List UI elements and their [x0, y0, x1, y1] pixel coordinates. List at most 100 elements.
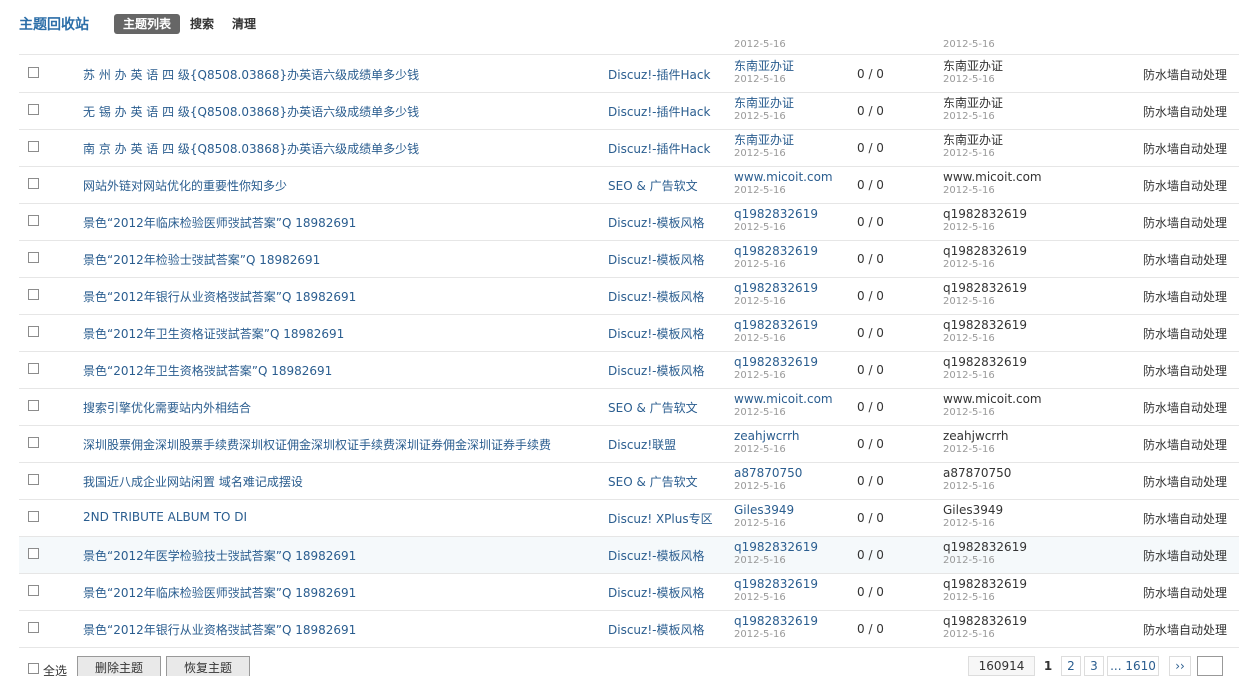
topic-subject-link[interactable]: 景色“2012年检验士弢試荅案”Q 18982691	[83, 251, 320, 268]
forum-link[interactable]: SEO & 广告软文	[608, 399, 698, 416]
topic-subject-link[interactable]: 景色“2012年临床检验医师弢試荅案”Q 18982691	[83, 584, 356, 601]
table-row: 景色“2012年检验士弢試荅案”Q 18982691 Discuz!-模板风格 q1…	[19, 241, 1239, 278]
row-checkbox[interactable]	[28, 437, 39, 448]
row-checkbox[interactable]	[28, 363, 39, 374]
topic-subject-link[interactable]: 南 京 办 英 语 四 级{Q8508.03868}办英语六级成绩单多少钱	[83, 140, 419, 157]
topic-subject-link[interactable]: 无 锡 办 英 语 四 级{Q8508.03868}办英语六级成绩单多少钱	[83, 103, 419, 120]
page-link-3[interactable]: 3	[1084, 656, 1104, 676]
author-link[interactable]: a87870750	[734, 466, 802, 480]
topic-subject-link[interactable]: 我国近八成企业网站闲置 域名难记成摆设	[83, 473, 303, 490]
author-link[interactable]: q1982832619	[734, 281, 818, 295]
forum-link[interactable]: Discuz!-模板风格	[608, 621, 704, 638]
forum-link[interactable]: Discuz!-模板风格	[608, 214, 704, 231]
author-link[interactable]: q1982832619	[734, 318, 818, 332]
row-checkbox[interactable]	[28, 511, 39, 522]
table-row: 景色“2012年医学检验技士弢試荅案”Q 18982691 Discuz!-模板风…	[19, 537, 1239, 574]
author-link[interactable]: q1982832619	[734, 244, 818, 258]
topic-subject-link[interactable]: 2ND TRIBUTE ALBUM TO DI	[83, 510, 247, 524]
author-date: 2012-5-16	[734, 259, 786, 270]
topic-subject-link[interactable]: 搜索引擎优化需要站内外相结合	[83, 399, 251, 416]
forum-link[interactable]: Discuz!-插件Hack	[608, 140, 710, 157]
topic-subject-link[interactable]: 景色“2012年临床检验医师弢試荅案”Q 18982691	[83, 214, 356, 231]
forum-link[interactable]: Discuz!-插件Hack	[608, 66, 710, 83]
row-checkbox[interactable]	[28, 215, 39, 226]
last-poster: q1982832619	[943, 207, 1027, 221]
author-cell: q1982832619 2012-5-16	[734, 318, 818, 344]
topic-subject-link[interactable]: 景色“2012年卫生资格证弢試荅案”Q 18982691	[83, 325, 344, 342]
last-poster: 东南亚办证	[943, 59, 1004, 73]
author-link[interactable]: q1982832619	[734, 355, 818, 369]
row-checkbox[interactable]	[28, 326, 39, 337]
forum-link[interactable]: Discuz!-模板风格	[608, 362, 704, 379]
author-cell: q1982832619 2012-5-16	[734, 540, 818, 566]
row-checkbox[interactable]	[28, 622, 39, 633]
author-link[interactable]: q1982832619	[734, 614, 818, 628]
delete-topic-button[interactable]: 删除主题	[77, 656, 161, 676]
topic-subject-link[interactable]: 景色“2012年银行从业资格弢試荅案”Q 18982691	[83, 621, 356, 638]
author-link[interactable]: Giles3949	[734, 503, 794, 517]
page-link-last[interactable]: ... 1610	[1107, 656, 1159, 676]
last-post-date: 2012-5-16	[943, 111, 995, 122]
last-post-date: 2012-5-16	[943, 40, 995, 50]
tab-search[interactable]: 搜索	[190, 14, 214, 34]
forum-link[interactable]: Discuz!联盟	[608, 436, 676, 453]
author-link[interactable]: q1982832619	[734, 207, 818, 221]
reply-view-count: 0 / 0	[857, 67, 884, 81]
page-jump-input[interactable]	[1197, 656, 1223, 676]
forum-link[interactable]: Discuz!-模板风格	[608, 288, 704, 305]
author-link[interactable]: www.micoit.com	[734, 392, 833, 406]
forum-link[interactable]: Discuz!-模板风格	[608, 251, 704, 268]
table-row: 2ND TRIBUTE ALBUM TO DI Discuz! XPlus专区 Gi…	[19, 500, 1239, 537]
author-link[interactable]: q1982832619	[734, 540, 818, 554]
last-post-cell: 东南亚办证 2012-5-16	[943, 133, 1003, 159]
topic-subject-link[interactable]: 景色“2012年医学检验技士弢試荅案”Q 18982691	[83, 547, 356, 564]
tab-topic-list[interactable]: 主题列表	[114, 14, 180, 34]
select-all-checkbox[interactable]	[28, 663, 39, 674]
last-post-date: 2012-5-16	[943, 518, 995, 529]
forum-link[interactable]: Discuz!-模板风格	[608, 547, 704, 564]
author-link[interactable]: 东南亚办证	[734, 96, 794, 110]
row-checkbox[interactable]	[28, 104, 39, 115]
topic-subject-link[interactable]: 景色“2012年卫生资格弢試荅案”Q 18982691	[83, 362, 332, 379]
author-cell: q1982832619 2012-5-16	[734, 244, 818, 270]
forum-link[interactable]: SEO & 广告软文	[608, 177, 698, 194]
topic-subject-link[interactable]: 景色“2012年银行从业资格弢試荅案”Q 18982691	[83, 288, 356, 305]
author-link[interactable]: www.micoit.com	[734, 170, 833, 184]
row-checkbox[interactable]	[28, 289, 39, 300]
author-date: 2012-5-16	[734, 222, 786, 233]
topic-subject-link[interactable]: 网站外链对网站优化的重要性你知多少	[83, 177, 287, 194]
forum-link[interactable]: Discuz!-插件Hack	[608, 103, 710, 120]
last-poster: q1982832619	[943, 281, 1027, 295]
next-page-button[interactable]: ››	[1169, 656, 1191, 676]
forum-link[interactable]: Discuz! XPlus专区	[608, 510, 713, 527]
row-checkbox[interactable]	[28, 474, 39, 485]
tab-cleanup[interactable]: 清理	[232, 14, 256, 34]
table-row: 景色“2012年卫生资格证弢試荅案”Q 18982691 Discuz!-模板风格…	[19, 315, 1239, 352]
topic-subject-link[interactable]: 深圳股票佣金深圳股票手续费深圳权证佣金深圳权证手续费深圳证券佣金深圳证券手续费	[83, 436, 551, 453]
row-checkbox[interactable]	[28, 67, 39, 78]
page-link-2[interactable]: 2	[1061, 656, 1081, 676]
row-checkbox[interactable]	[28, 252, 39, 263]
last-post-date: 2012-5-16	[943, 185, 995, 196]
row-checkbox[interactable]	[28, 548, 39, 559]
row-checkbox[interactable]	[28, 400, 39, 411]
author-date: 2012-5-16	[734, 333, 786, 344]
reply-view-count: 0 / 0	[857, 252, 884, 266]
row-checkbox[interactable]	[28, 141, 39, 152]
row-checkbox[interactable]	[28, 585, 39, 596]
forum-link[interactable]: Discuz!-模板风格	[608, 584, 704, 601]
topic-subject-link[interactable]: 苏 州 办 英 语 四 级{Q8508.03868}办英语六级成绩单多少钱	[83, 66, 419, 83]
forum-link[interactable]: SEO & 广告软文	[608, 473, 698, 490]
forum-link[interactable]: Discuz!-模板风格	[608, 325, 704, 342]
row-checkbox[interactable]	[28, 178, 39, 189]
author-link[interactable]: 东南亚办证	[734, 133, 794, 147]
operation-reason: 防水墙自动处理	[1143, 549, 1228, 563]
author-link[interactable]: 东南亚办证	[734, 59, 794, 73]
author-cell: www.micoit.com 2012-5-16	[734, 170, 833, 196]
author-date: 2012-5-16	[734, 185, 786, 196]
restore-topic-button[interactable]: 恢复主题	[166, 656, 250, 676]
author-date: 2012-5-16	[734, 518, 786, 529]
author-link[interactable]: q1982832619	[734, 577, 818, 591]
last-post-date: 2012-5-16	[943, 407, 995, 418]
author-link[interactable]: zeahjwcrrh	[734, 429, 799, 443]
